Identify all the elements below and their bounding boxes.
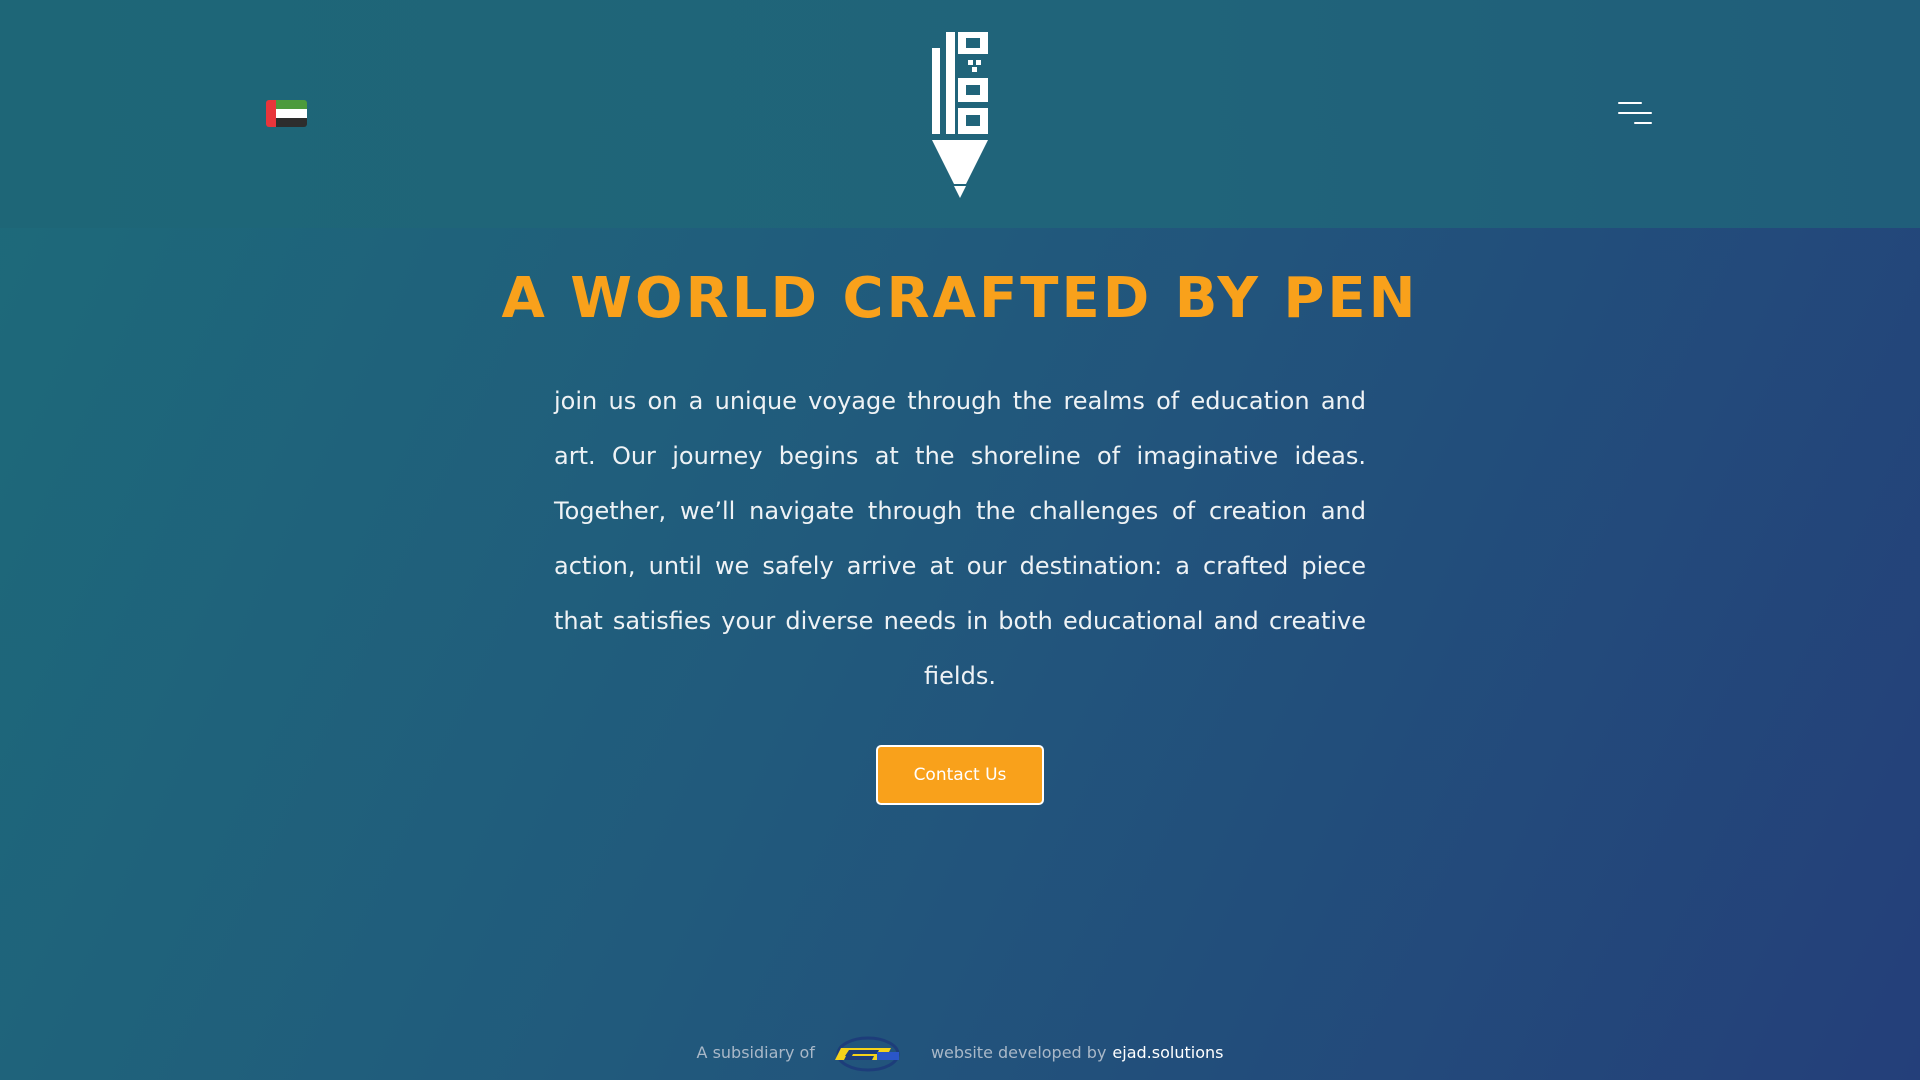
developer-link[interactable]: ejad.solutions — [1112, 1043, 1223, 1062]
contact-us-button[interactable]: Contact Us — [876, 745, 1044, 805]
site-footer: A subsidiary of website developed by eja… — [0, 1028, 1920, 1076]
flag-stripes — [276, 100, 307, 127]
subsidiary-label: A subsidiary of — [696, 1042, 815, 1062]
site-header — [0, 0, 1920, 228]
hero-description: join us on a unique voyage through the r… — [554, 387, 1366, 690]
developed-by-label: website developed by — [930, 1042, 1107, 1062]
uae-flag-icon[interactable] — [266, 100, 307, 127]
parent-company-logo[interactable] — [831, 1030, 905, 1074]
pen-calligraphy-logo[interactable] — [920, 24, 1000, 204]
flag-red-band — [266, 100, 276, 127]
hero-title: A WORLD CRAFTED BY PEN — [501, 266, 1419, 331]
hamburger-menu-icon[interactable] — [1616, 100, 1656, 130]
